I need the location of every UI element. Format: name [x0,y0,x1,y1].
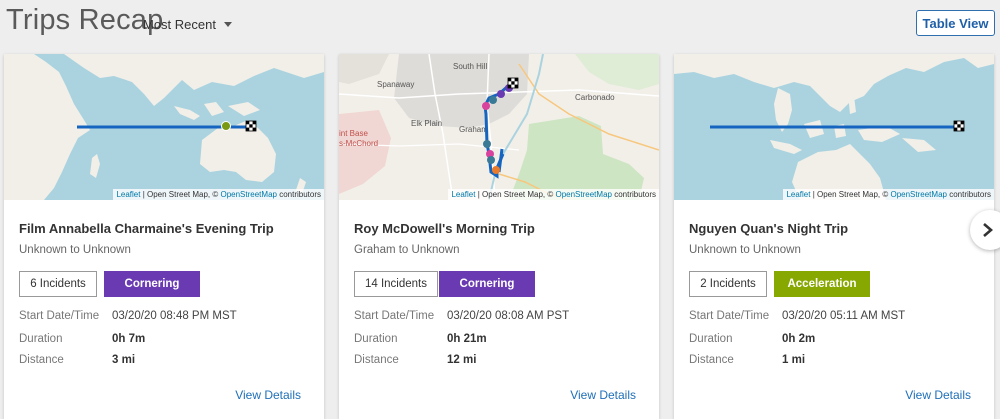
header: Trips Recap Most Recent Table View [0,0,1000,50]
world-map [4,54,324,200]
incident-type-badge: Cornering [104,271,200,297]
trip-route: Unknown to Unknown [689,244,801,256]
map-attribution: Leaflet | Open Street Map, © OpenStreetM… [448,189,659,200]
street-map: South Hill Spanaway Carbonado Elk Plain … [339,54,659,200]
start-label: Start Date/Time [689,310,770,322]
duration-value: 0h 2m [782,333,816,345]
caret-down-icon [223,22,232,27]
duration-value: 0h 7m [112,333,146,345]
trip-map[interactable]: South Hill Spanaway Carbonado Elk Plain … [339,54,659,200]
attribution-suffix: contributors [611,190,656,199]
trip-route: Graham to Unknown [354,244,460,256]
leaflet-link[interactable]: Leaflet [451,190,475,199]
distance-value: 12 mi [447,354,477,366]
incidents-badge: 2 Incidents [689,271,767,297]
trip-map[interactable]: Leaflet | Open Street Map, © OpenStreetM… [674,54,994,200]
osm-link[interactable]: OpenStreetMap [220,190,276,199]
attribution-suffix: contributors [276,190,321,199]
place-label: South Hill [453,62,487,71]
place-label: int Base [339,129,368,138]
distance-value: 1 mi [782,354,806,366]
sort-dropdown[interactable]: Most Recent [143,17,232,32]
trip-title: Nguyen Quan's Night Trip [689,221,849,236]
attribution-separator: | Open Street Map, © [140,190,221,199]
leaflet-link[interactable]: Leaflet [116,190,140,199]
chevron-right-icon [983,223,993,237]
osm-link[interactable]: OpenStreetMap [890,190,946,199]
map-attribution: Leaflet | Open Street Map, © OpenStreetM… [783,189,994,200]
leaflet-link[interactable]: Leaflet [786,190,810,199]
start-value: 03/20/20 08:48 PM MST [112,310,237,322]
distance-value: 3 mi [112,354,136,366]
distance-label: Distance [689,354,734,366]
incidents-badge: 6 Incidents [19,271,97,297]
trip-card: Leaflet | Open Street Map, © OpenStreetM… [674,54,994,419]
trip-card: Leaflet | Open Street Map, © OpenStreetM… [4,54,324,419]
start-value: 03/20/20 05:11 AM MST [782,310,906,322]
place-label: Carbonado [575,93,615,102]
distance-label: Distance [19,354,64,366]
map-attribution: Leaflet | Open Street Map, © OpenStreetM… [113,189,324,200]
place-label: Graham [459,125,488,134]
place-label: Elk Plain [411,119,442,128]
start-label: Start Date/Time [19,310,100,322]
incidents-badge: 14 Incidents [354,271,438,297]
place-label: Spanaway [377,80,414,89]
trip-title: Roy McDowell's Morning Trip [354,221,535,236]
attribution-separator: | Open Street Map, © [475,190,556,199]
place-label: s-McChord [339,139,378,148]
duration-label: Duration [689,333,733,345]
attribution-suffix: contributors [946,190,991,199]
start-label: Start Date/Time [354,310,435,322]
incident-type-badge: Cornering [439,271,535,297]
duration-label: Duration [19,333,63,345]
duration-label: Duration [354,333,398,345]
page-title: Trips Recap [6,4,164,36]
trip-title: Film Annabella Charmaine's Evening Trip [19,221,274,236]
view-details-link[interactable]: View Details [905,388,971,402]
duration-value: 0h 21m [447,333,487,345]
osm-link[interactable]: OpenStreetMap [555,190,611,199]
view-details-link[interactable]: View Details [570,388,636,402]
trip-route: Unknown to Unknown [19,244,131,256]
world-map [674,54,994,200]
view-details-link[interactable]: View Details [235,388,301,402]
trip-card: South Hill Spanaway Carbonado Elk Plain … [339,54,659,419]
incident-type-badge: Acceleration [774,271,870,297]
attribution-separator: | Open Street Map, © [810,190,891,199]
distance-label: Distance [354,354,399,366]
start-value: 03/20/20 08:08 AM PST [447,310,570,322]
trip-map[interactable]: Leaflet | Open Street Map, © OpenStreetM… [4,54,324,200]
sort-dropdown-label: Most Recent [143,17,216,32]
table-view-button[interactable]: Table View [916,10,995,36]
